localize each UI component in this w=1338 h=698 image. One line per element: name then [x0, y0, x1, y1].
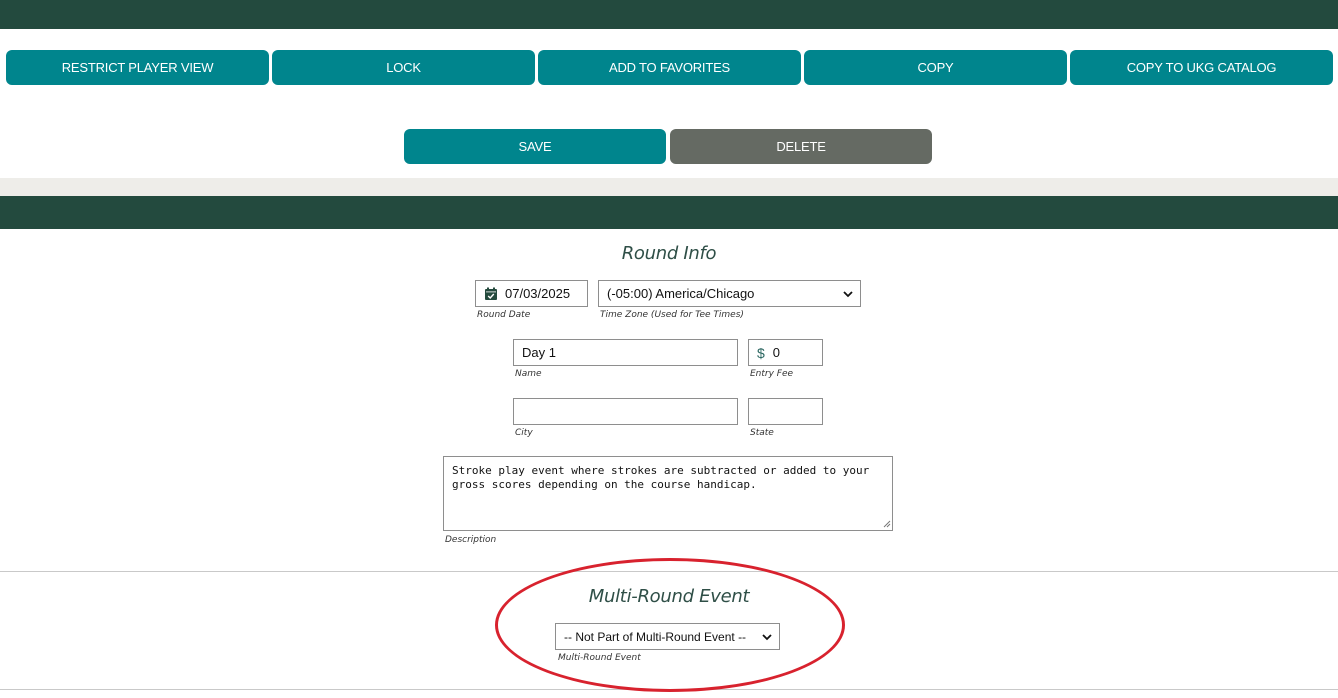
chevron-down-icon	[761, 631, 773, 643]
copy-to-ukg-catalog-button[interactable]: COPY TO UKG CATALOG	[1070, 50, 1333, 85]
round-date-field[interactable]: 07/03/2025	[475, 280, 588, 307]
action-button-row: RESTRICT PLAYER VIEW LOCK ADD TO FAVORIT…	[0, 50, 1338, 85]
state-input[interactable]	[748, 398, 823, 425]
entry-fee-value: 0	[772, 345, 781, 360]
resize-handle-icon[interactable]	[883, 520, 891, 528]
round-date-label: Round Date	[477, 310, 531, 320]
section-header-bar	[0, 196, 1338, 229]
save-button[interactable]: SAVE	[404, 129, 666, 164]
section-divider	[0, 571, 1338, 572]
delete-button[interactable]: DELETE	[670, 129, 932, 164]
round-info-title: Round Info	[621, 243, 717, 264]
copy-button[interactable]: COPY	[804, 50, 1067, 85]
description-textarea[interactable]: Stroke play event where strokes are subt…	[443, 456, 893, 531]
calendar-icon[interactable]	[484, 287, 498, 301]
name-input[interactable]	[513, 339, 738, 366]
entry-fee-label: Entry Fee	[750, 369, 794, 379]
state-label: State	[750, 428, 774, 438]
time-zone-label: Time Zone (Used for Tee Times)	[600, 310, 744, 320]
section-separator-band	[0, 178, 1338, 196]
bottom-divider	[0, 689, 1338, 690]
time-zone-value: (-05:00) America/Chicago	[607, 286, 755, 301]
multi-round-event-value: -- Not Part of Multi-Round Event --	[564, 629, 747, 644]
entry-fee-field[interactable]: $ 0	[748, 339, 823, 366]
restrict-player-view-button[interactable]: RESTRICT PLAYER VIEW	[6, 50, 269, 85]
time-zone-select[interactable]: (-05:00) America/Chicago	[598, 280, 861, 307]
chevron-down-icon	[842, 288, 854, 300]
multi-round-event-title: Multi-Round Event	[588, 586, 750, 607]
add-to-favorites-button[interactable]: ADD TO FAVORITES	[538, 50, 801, 85]
city-input[interactable]	[513, 398, 738, 425]
description-label: Description	[445, 535, 497, 545]
round-date-value: 07/03/2025	[505, 286, 571, 301]
top-header-bar	[0, 0, 1338, 29]
city-label: City	[515, 428, 533, 438]
multi-round-event-label: Multi-Round Event	[558, 653, 641, 663]
lock-button[interactable]: LOCK	[272, 50, 535, 85]
multi-round-event-select[interactable]: -- Not Part of Multi-Round Event --	[555, 623, 780, 650]
dollar-sign-icon: $	[757, 344, 765, 361]
name-label: Name	[515, 369, 542, 379]
